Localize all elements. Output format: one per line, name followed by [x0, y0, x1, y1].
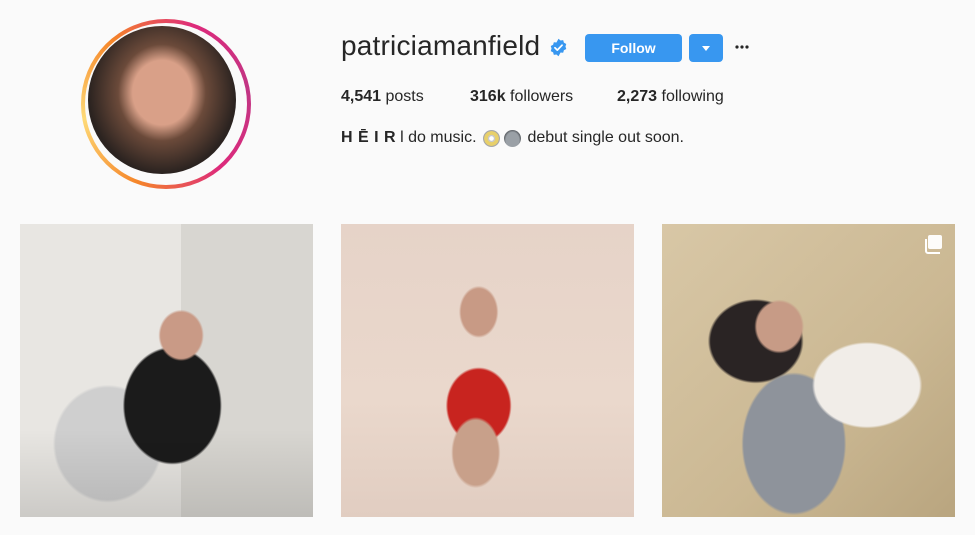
- follow-button[interactable]: Follow: [585, 34, 682, 62]
- verified-badge-icon: [550, 38, 567, 57]
- post-thumbnail-3[interactable]: [662, 224, 955, 517]
- bio-text-2: debut single out soon.: [527, 129, 684, 146]
- followers-count: 316k: [470, 88, 506, 105]
- bio-text-1: l do music.: [400, 129, 477, 146]
- username: patriciamanfield: [341, 30, 541, 61]
- posts-stat: 4,541 posts: [341, 88, 424, 106]
- more-options-icon: [735, 45, 749, 49]
- posts-label: posts: [385, 88, 424, 105]
- followers-label: followers: [510, 88, 574, 105]
- avatar[interactable]: [88, 26, 236, 174]
- more-options-button[interactable]: [733, 36, 751, 58]
- bio-name: H Ē I R: [341, 129, 397, 146]
- profile-bio: H Ē I R l do music. debut single out soo…: [341, 129, 684, 147]
- profile-page: patriciamanfield Follow 4,541 posts 316k…: [0, 0, 975, 535]
- posts-count: 4,541: [341, 88, 382, 105]
- dvd-disc-icon: [482, 129, 500, 147]
- suggestions-dropdown-button[interactable]: [689, 34, 723, 62]
- following-count: 2,273: [617, 88, 658, 105]
- multiple-photos-icon: [925, 235, 942, 254]
- alien-icon: [503, 129, 521, 147]
- following-stat[interactable]: 2,273 following: [617, 88, 724, 106]
- post-thumbnail-2[interactable]: [341, 224, 634, 517]
- following-label: following: [661, 88, 724, 105]
- post-thumbnail-1[interactable]: [20, 224, 313, 517]
- story-ring[interactable]: [81, 19, 251, 189]
- caret-down-icon: [702, 45, 710, 51]
- followers-stat[interactable]: 316k followers: [470, 88, 573, 106]
